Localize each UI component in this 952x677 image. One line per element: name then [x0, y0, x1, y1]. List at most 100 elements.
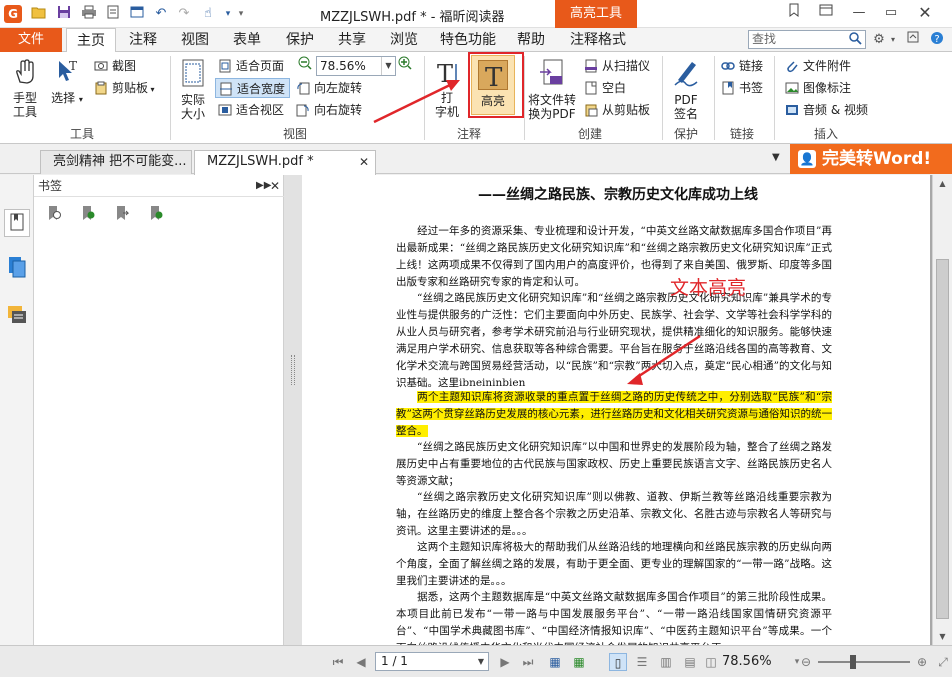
file-attachment-button[interactable]: 文件附件: [784, 56, 851, 76]
fit-page-button[interactable]: 适合页面: [217, 56, 284, 76]
help-icon[interactable]: ?: [928, 31, 946, 49]
zoom-dropdown-icon[interactable]: ▼: [381, 57, 395, 75]
last-page-icon[interactable]: ⏭: [519, 653, 537, 671]
highlighted-text[interactable]: 两个主题知识库将资源收录的重点置于丝绸之路的历史传统之中，分别选取“民族”和“宗…: [396, 391, 832, 437]
splitter-grip[interactable]: [291, 355, 295, 385]
scroll-down-icon[interactable]: ▼: [933, 628, 952, 645]
paragraph-3-highlighted[interactable]: 两个主题知识库将资源收录的重点置于丝绸之路的历史传统之中，分别选取“民族”和“宗…: [396, 389, 832, 440]
from-clipboard-button[interactable]: 从剪贴板: [583, 100, 650, 120]
document-view[interactable]: ——丝绸之路民族、宗教历史文化库成功上线 经过一年多的资源采集、专业梳理和设计开…: [302, 175, 932, 645]
search-input[interactable]: 查找: [748, 30, 866, 49]
redo-icon[interactable]: ↷: [175, 5, 193, 23]
svg-text:T: T: [437, 60, 453, 86]
hand-tool-button[interactable]: 手型 工具: [6, 58, 44, 119]
document-tab-1[interactable]: 亮剑精神 把不可能变...: [40, 150, 192, 174]
pdf-page[interactable]: ——丝绸之路民族、宗教历史文化库成功上线 经过一年多的资源采集、专业梳理和设计开…: [302, 175, 930, 645]
tab-help[interactable]: 帮助: [510, 28, 552, 52]
extract-pages-icon[interactable]: ▦: [546, 653, 564, 671]
panel-splitter[interactable]: [284, 175, 302, 645]
page-dropdown-icon[interactable]: ▼: [474, 653, 488, 670]
pdf-sign-button[interactable]: PDF 签名: [666, 58, 706, 121]
bookmark-expand-icon[interactable]: [148, 205, 164, 221]
zoom-in-button[interactable]: [398, 56, 414, 76]
open-icon[interactable]: [30, 5, 48, 23]
hand-tool-icon[interactable]: ☝: [199, 5, 217, 23]
app-logo-icon[interactable]: G: [4, 5, 22, 23]
select-tool-button[interactable]: T 选择 ▾: [48, 58, 86, 107]
audio-video-button[interactable]: 音频 & 视频: [784, 100, 868, 120]
bookmarks-panel-button[interactable]: [4, 209, 30, 237]
tab-view[interactable]: 视图: [174, 28, 216, 52]
maximize-icon[interactable]: ▭: [880, 3, 902, 23]
tab-protect[interactable]: 保护: [279, 28, 321, 52]
minimize-icon[interactable]: —: [848, 3, 870, 23]
tab-share[interactable]: 共享: [331, 28, 373, 52]
tab-list-dropdown-icon[interactable]: ▼: [772, 152, 780, 163]
search-icon[interactable]: [849, 32, 863, 46]
scroll-up-icon[interactable]: ▲: [933, 175, 952, 192]
tab-comment-format[interactable]: 注释格式: [564, 28, 632, 52]
close-icon[interactable]: ✕: [914, 3, 936, 23]
tab-form[interactable]: 表单: [226, 28, 268, 52]
undo-icon[interactable]: ↶: [152, 5, 170, 23]
image-annotation-button[interactable]: 图像标注: [784, 78, 851, 98]
continuous-view-icon[interactable]: ☰: [633, 653, 651, 671]
fit-view-button[interactable]: 适合视区: [217, 100, 284, 120]
tab-special-features[interactable]: 特色功能: [435, 28, 501, 52]
zoom-slider-knob[interactable]: [849, 655, 856, 669]
rotate-left-button[interactable]: 向左旋转: [295, 78, 362, 98]
bookmark-button[interactable]: 书签: [720, 78, 763, 98]
zoom-out-button[interactable]: [298, 56, 314, 76]
tab-home[interactable]: 主页: [66, 28, 116, 53]
skin-icon[interactable]: [783, 3, 805, 23]
print-icon[interactable]: [80, 5, 98, 23]
status-zoom-out-icon[interactable]: ⊖: [797, 653, 815, 671]
actual-size-button[interactable]: 实际 大小: [174, 58, 212, 121]
tab-comment[interactable]: 注释: [122, 28, 164, 52]
save-icon[interactable]: [55, 5, 73, 23]
typewriter-button[interactable]: T 打 字机: [429, 60, 465, 119]
blank-page-button[interactable]: 空白: [583, 78, 626, 98]
zoom-slider[interactable]: [818, 655, 910, 669]
bookmark-child-icon[interactable]: [114, 205, 130, 221]
close-tab-icon[interactable]: ✕: [359, 151, 369, 173]
convert-to-pdf-button[interactable]: 将文件转 换为PDF: [526, 58, 578, 121]
bookmark-add-icon[interactable]: [80, 205, 96, 221]
panel-close-icon[interactable]: ✕: [270, 175, 280, 197]
page-number-input[interactable]: 1 / 1 ▼: [375, 652, 489, 671]
rotate-right-button[interactable]: 向右旋转: [295, 100, 362, 120]
prev-page-icon[interactable]: ◀: [352, 653, 370, 671]
first-page-icon[interactable]: ⏮: [329, 653, 347, 671]
customize-icon[interactable]: ▾: [232, 5, 250, 23]
new-window-icon[interactable]: [128, 5, 146, 23]
scrollbar-thumb[interactable]: [936, 259, 949, 619]
highlight-tools-context-tab[interactable]: 高亮工具: [555, 0, 637, 28]
select-dropdown-icon[interactable]: ▾: [79, 95, 83, 104]
restore-layout-icon[interactable]: [815, 3, 837, 23]
screenshot-button[interactable]: 截图: [93, 56, 136, 76]
facing-view-icon[interactable]: ▥: [657, 653, 675, 671]
vertical-scrollbar[interactable]: ▲ ▼: [932, 175, 952, 645]
fullscreen-icon[interactable]: ⤢: [934, 653, 952, 671]
fit-width-button[interactable]: 适合宽度: [215, 78, 291, 98]
clipboard-button[interactable]: 剪贴板 ▾: [93, 78, 155, 98]
status-zoom-in-icon[interactable]: ⊕: [913, 653, 931, 671]
link-button[interactable]: 链接: [720, 56, 763, 76]
convert-to-word-button[interactable]: 👤 完美转Word!: [790, 144, 952, 174]
tab-browse[interactable]: 浏览: [383, 28, 425, 52]
document-tab-2[interactable]: MZZJLSWH.pdf * ✕: [194, 150, 376, 175]
page-setup-icon[interactable]: [104, 5, 122, 23]
settings-dropdown-icon[interactable]: ▾: [884, 31, 902, 49]
pages-panel-button[interactable]: [6, 255, 28, 279]
insert-pages-icon[interactable]: ▦: [570, 653, 588, 671]
next-page-icon[interactable]: ▶: [496, 653, 514, 671]
file-tab[interactable]: 文件: [0, 28, 62, 52]
continuous-facing-icon[interactable]: ▤: [681, 653, 699, 671]
collapse-ribbon-icon[interactable]: [904, 31, 922, 49]
bookmark-delete-icon[interactable]: [46, 205, 62, 221]
from-scanner-button[interactable]: 从扫描仪: [583, 56, 650, 76]
zoom-combobox[interactable]: 78.56% ▼: [316, 56, 396, 76]
split-view-icon[interactable]: ◫: [702, 653, 720, 671]
comments-panel-button[interactable]: [6, 303, 28, 327]
single-page-view-icon[interactable]: ▯: [609, 653, 627, 671]
